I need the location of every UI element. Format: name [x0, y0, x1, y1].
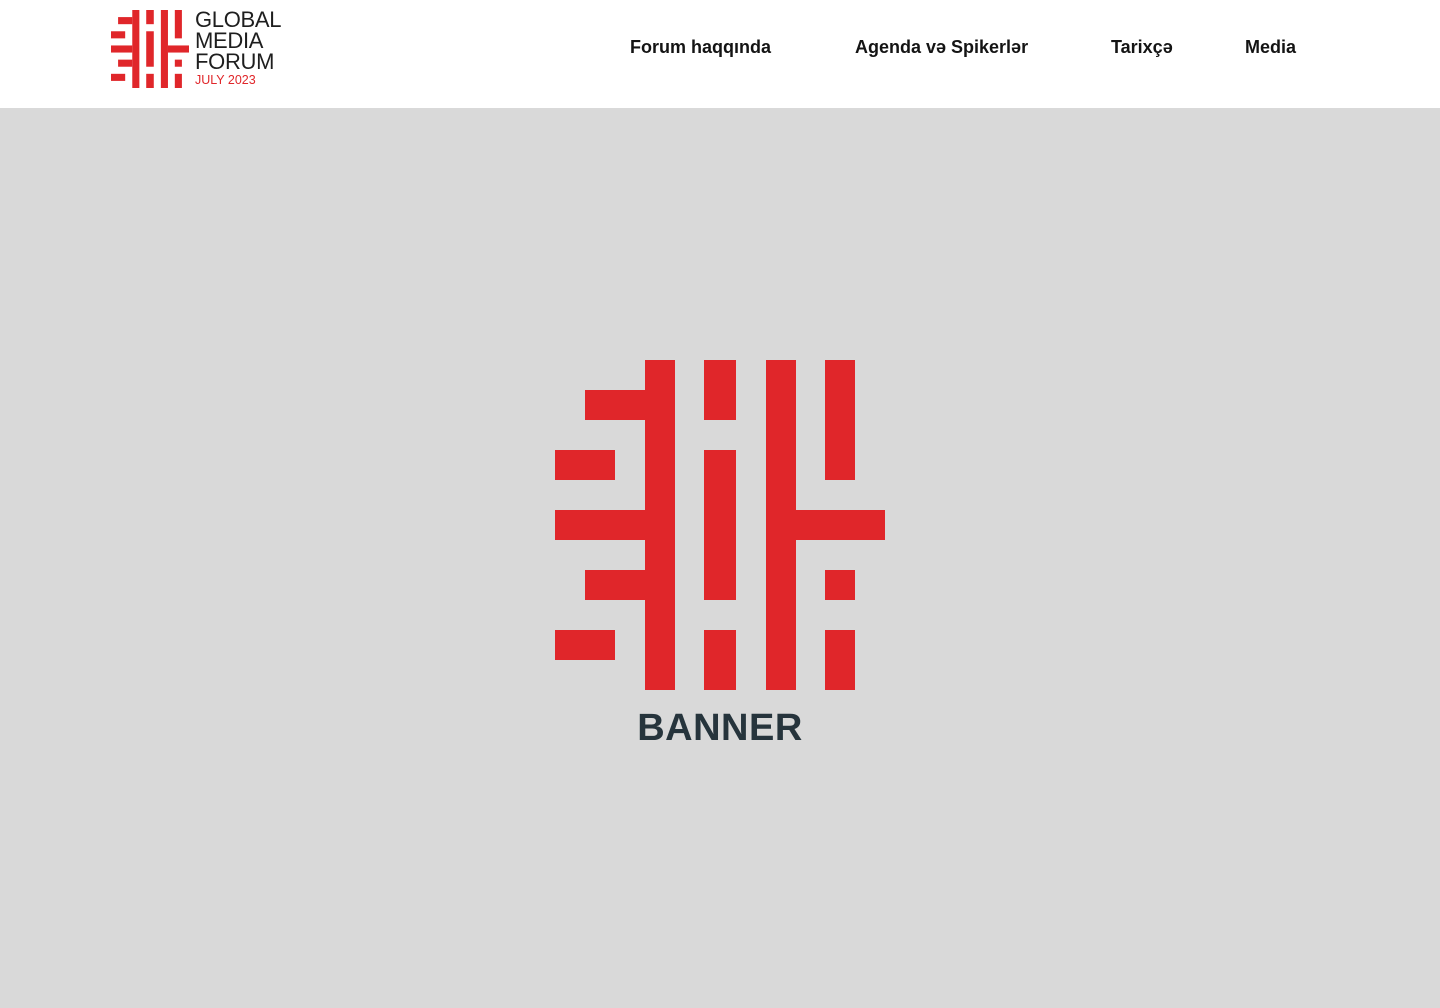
nav-item-history[interactable]: Tarixçə: [1111, 34, 1173, 60]
main-navigation: Forum haqqında Agenda və Spikerlər Tarix…: [0, 34, 1440, 60]
site-header: GLOBAL MEDIA FORUM JULY 2023 Forum haqqı…: [0, 0, 1440, 108]
nav-item-agenda-speakers[interactable]: Agenda və Spikerlər: [855, 34, 1028, 60]
logo-line-global: GLOBAL: [195, 7, 282, 32]
hero-banner: BANNER: [0, 108, 1440, 1008]
global-media-forum-mark-icon: [555, 360, 885, 690]
logo-date: JULY 2023: [195, 73, 256, 87]
nav-item-media[interactable]: Media: [1245, 34, 1296, 60]
banner-label: BANNER: [637, 707, 803, 749]
nav-item-about-forum[interactable]: Forum haqqında: [630, 34, 771, 60]
